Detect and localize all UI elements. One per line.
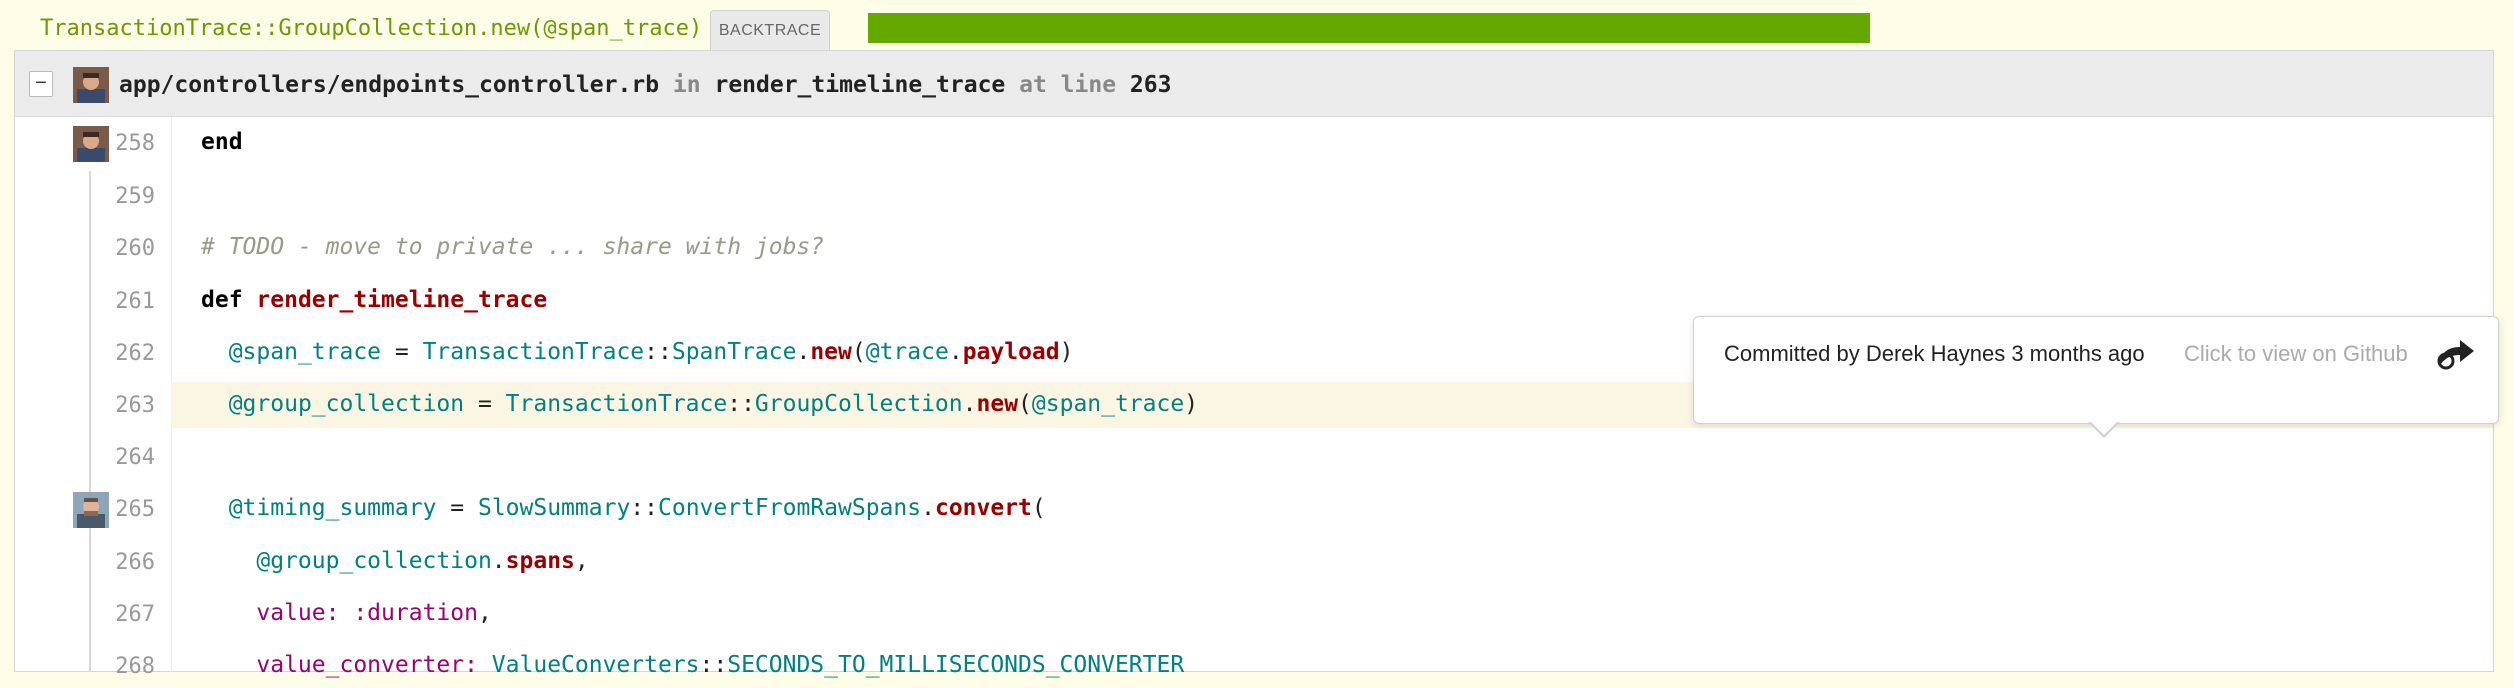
dot: . bbox=[921, 495, 935, 521]
comma: , bbox=[477, 600, 492, 626]
tab-backtrace[interactable]: BACKTRACE bbox=[710, 10, 830, 50]
code-line: 266 @group_collection.spans, bbox=[15, 537, 2493, 589]
file-path[interactable]: app/controllers/endpoints_controller.rb bbox=[119, 72, 659, 98]
constant: ConvertFromRawSpans bbox=[658, 495, 922, 521]
panel-header: − app/controllers/endpoints_controller.r… bbox=[15, 51, 2493, 117]
ivar: @span_trace bbox=[228, 339, 382, 365]
code-line: 265 @timing_summary = SlowSummary::Conve… bbox=[15, 484, 2493, 536]
code-line: 259 bbox=[15, 171, 2493, 223]
code-line: 260 # TODO - move to private ... share w… bbox=[15, 223, 2493, 275]
code-line: 264 bbox=[15, 432, 2493, 484]
dot: . bbox=[491, 548, 506, 574]
ivar: @trace bbox=[865, 339, 949, 365]
line-number: 260 bbox=[115, 236, 155, 261]
line-number: 264 bbox=[115, 445, 155, 470]
ivar: @group_collection bbox=[228, 391, 465, 417]
github-link[interactable]: Click to view on Github bbox=[2184, 341, 2408, 367]
operator: = bbox=[381, 339, 423, 365]
collapse-button[interactable]: − bbox=[29, 71, 53, 97]
function-name: render_timeline_trace bbox=[256, 287, 548, 313]
code-line: 267 value: :duration, bbox=[15, 589, 2493, 641]
code-text: @group_collection = TransactionTrace::Gr… bbox=[201, 391, 1198, 417]
paren: ( bbox=[1018, 391, 1032, 417]
code-text: @span_trace = TransactionTrace::SpanTrac… bbox=[201, 339, 1074, 365]
at-line-label: at line bbox=[1019, 72, 1117, 98]
keyword: end bbox=[201, 129, 243, 155]
tooltip-arrow-inner bbox=[2090, 421, 2118, 435]
constant: ValueConverters bbox=[477, 652, 700, 678]
code-text: end bbox=[201, 129, 243, 155]
dot: . bbox=[948, 339, 963, 365]
line-number: 263 bbox=[1129, 72, 1172, 98]
method-call: payload bbox=[962, 339, 1060, 365]
timing-bar bbox=[868, 13, 1870, 43]
paren: ( bbox=[1031, 495, 1046, 521]
method-name: render_timeline_trace bbox=[714, 72, 1006, 98]
constant: TransactionTrace bbox=[422, 339, 645, 365]
separator: :: bbox=[630, 495, 658, 521]
code-text: value: :duration, bbox=[201, 600, 492, 626]
in-label: in bbox=[672, 72, 701, 98]
constant: SECONDS_TO_MILLISECONDS_CONVERTER bbox=[727, 652, 1185, 678]
share-arrow-icon[interactable] bbox=[2434, 337, 2478, 373]
code-text: @timing_summary = SlowSummary::ConvertFr… bbox=[201, 495, 1046, 521]
comment: # TODO - move to private ... share with … bbox=[201, 234, 825, 260]
trace-title: TransactionTrace::GroupCollection.new(@s… bbox=[40, 16, 703, 41]
code-text: @group_collection.spans, bbox=[201, 548, 589, 574]
symbol: :duration bbox=[339, 600, 478, 626]
ivar: @group_collection bbox=[256, 548, 492, 574]
line-number: 261 bbox=[115, 289, 155, 314]
method-call: spans bbox=[505, 548, 575, 574]
code-text: value_converter: ValueConverters::SECOND… bbox=[201, 652, 1184, 678]
avatar[interactable] bbox=[73, 126, 109, 162]
keyword: def bbox=[201, 287, 243, 313]
ivar: @timing_summary bbox=[228, 495, 437, 521]
line-number: 259 bbox=[115, 184, 155, 209]
code-text: def render_timeline_trace bbox=[201, 287, 547, 313]
paren: ( bbox=[851, 339, 866, 365]
constant: GroupCollection bbox=[754, 391, 963, 417]
commit-info: Committed by Derek Haynes 3 months ago bbox=[1724, 341, 2145, 366]
line-number: 267 bbox=[115, 602, 155, 627]
line-number: 265 bbox=[115, 497, 155, 522]
backtrace-panel: − app/controllers/endpoints_controller.r… bbox=[14, 50, 2499, 679]
avatar bbox=[73, 67, 109, 103]
dot: . bbox=[796, 339, 811, 365]
separator: :: bbox=[727, 391, 755, 417]
file-location: app/controllers/endpoints_controller.rb … bbox=[119, 72, 1171, 98]
constant: SpanTrace bbox=[671, 339, 797, 365]
code-text: # TODO - move to private ... share with … bbox=[201, 234, 824, 260]
dot: . bbox=[962, 391, 977, 417]
top-bar: TransactionTrace::GroupCollection.new(@s… bbox=[0, 0, 2514, 50]
line-number: 268 bbox=[115, 654, 155, 679]
separator: :: bbox=[699, 652, 728, 678]
constant: TransactionTrace bbox=[505, 391, 728, 417]
hash-key: value: bbox=[256, 600, 340, 626]
hash-key: value_converter: bbox=[256, 652, 478, 678]
operator: = bbox=[464, 391, 506, 417]
constant: SlowSummary bbox=[477, 495, 631, 521]
paren: ) bbox=[1184, 391, 1199, 417]
method-call: new bbox=[810, 339, 852, 365]
comma: , bbox=[574, 548, 589, 574]
paren: ) bbox=[1059, 339, 1074, 365]
ivar: @span_trace bbox=[1031, 391, 1185, 417]
method-call: new bbox=[976, 391, 1019, 417]
line-number: 262 bbox=[115, 341, 155, 366]
line-number: 258 bbox=[115, 131, 155, 156]
avatar[interactable] bbox=[73, 492, 109, 528]
line-number: 263 bbox=[115, 393, 155, 418]
code-line: 258 end bbox=[15, 118, 2493, 170]
operator: = bbox=[436, 495, 478, 521]
line-number: 266 bbox=[115, 550, 155, 575]
code-line: 268 value_converter: ValueConverters::SE… bbox=[15, 641, 2493, 688]
commit-tooltip: Committed by Derek Haynes 3 months ago C… bbox=[1693, 316, 2499, 438]
method-call: convert bbox=[934, 495, 1032, 521]
separator: :: bbox=[644, 339, 672, 365]
